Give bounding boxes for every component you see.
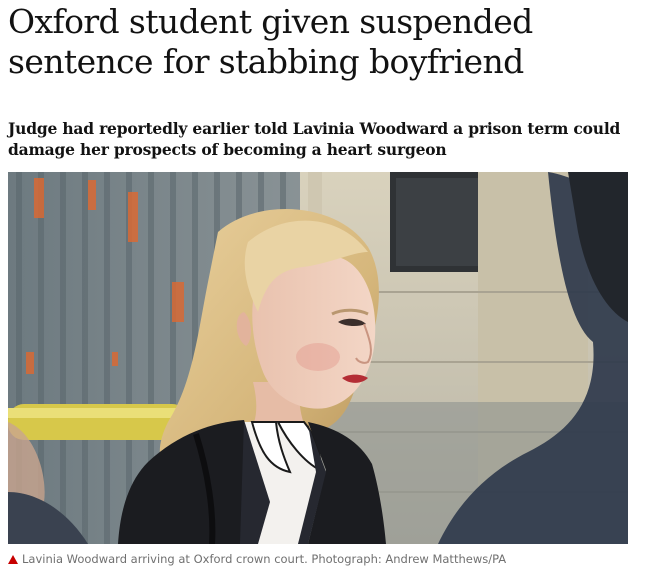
photo-caption: Lavinia Woodward arriving at Oxford crow… [8,551,648,567]
main-photo-illustration [8,172,628,544]
main-photo [8,172,628,544]
headline: Oxford student given suspended sentence … [8,2,533,81]
standfirst: Judge had reportedly earlier told Lavini… [8,119,621,159]
article: Oxford student given suspended sentence … [0,0,662,578]
caption-text: Lavinia Woodward arriving at Oxford crow… [22,552,507,566]
triangle-up-icon [8,555,18,564]
